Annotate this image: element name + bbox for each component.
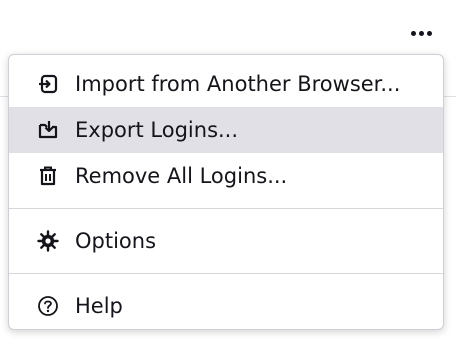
menu-item-label: Import from Another Browser... (75, 72, 401, 96)
help-icon (37, 295, 59, 317)
export-icon (37, 119, 59, 141)
more-horizontal-icon (410, 30, 416, 36)
more-dot (418, 30, 424, 36)
menu-item-export[interactable]: Export Logins... (9, 107, 443, 153)
more-dot (426, 30, 432, 36)
import-icon (37, 73, 59, 95)
trash-icon (37, 165, 59, 187)
menu-item-options[interactable]: Options (9, 218, 443, 264)
menu-item-help[interactable]: Help (9, 283, 443, 329)
logins-menu-popup: Import from Another Browser... Export Lo… (8, 54, 444, 330)
menu-separator (9, 208, 443, 209)
menu-item-label: Remove All Logins... (75, 164, 288, 188)
menu-item-remove-all[interactable]: Remove All Logins... (9, 153, 443, 199)
menu-item-label: Export Logins... (75, 118, 239, 142)
menu-separator (9, 273, 443, 274)
gear-icon (37, 230, 59, 252)
more-options-button[interactable] (398, 18, 444, 48)
menu-item-label: Options (75, 229, 157, 253)
menu-item-import[interactable]: Import from Another Browser... (9, 61, 443, 107)
menu-item-label: Help (75, 294, 123, 318)
